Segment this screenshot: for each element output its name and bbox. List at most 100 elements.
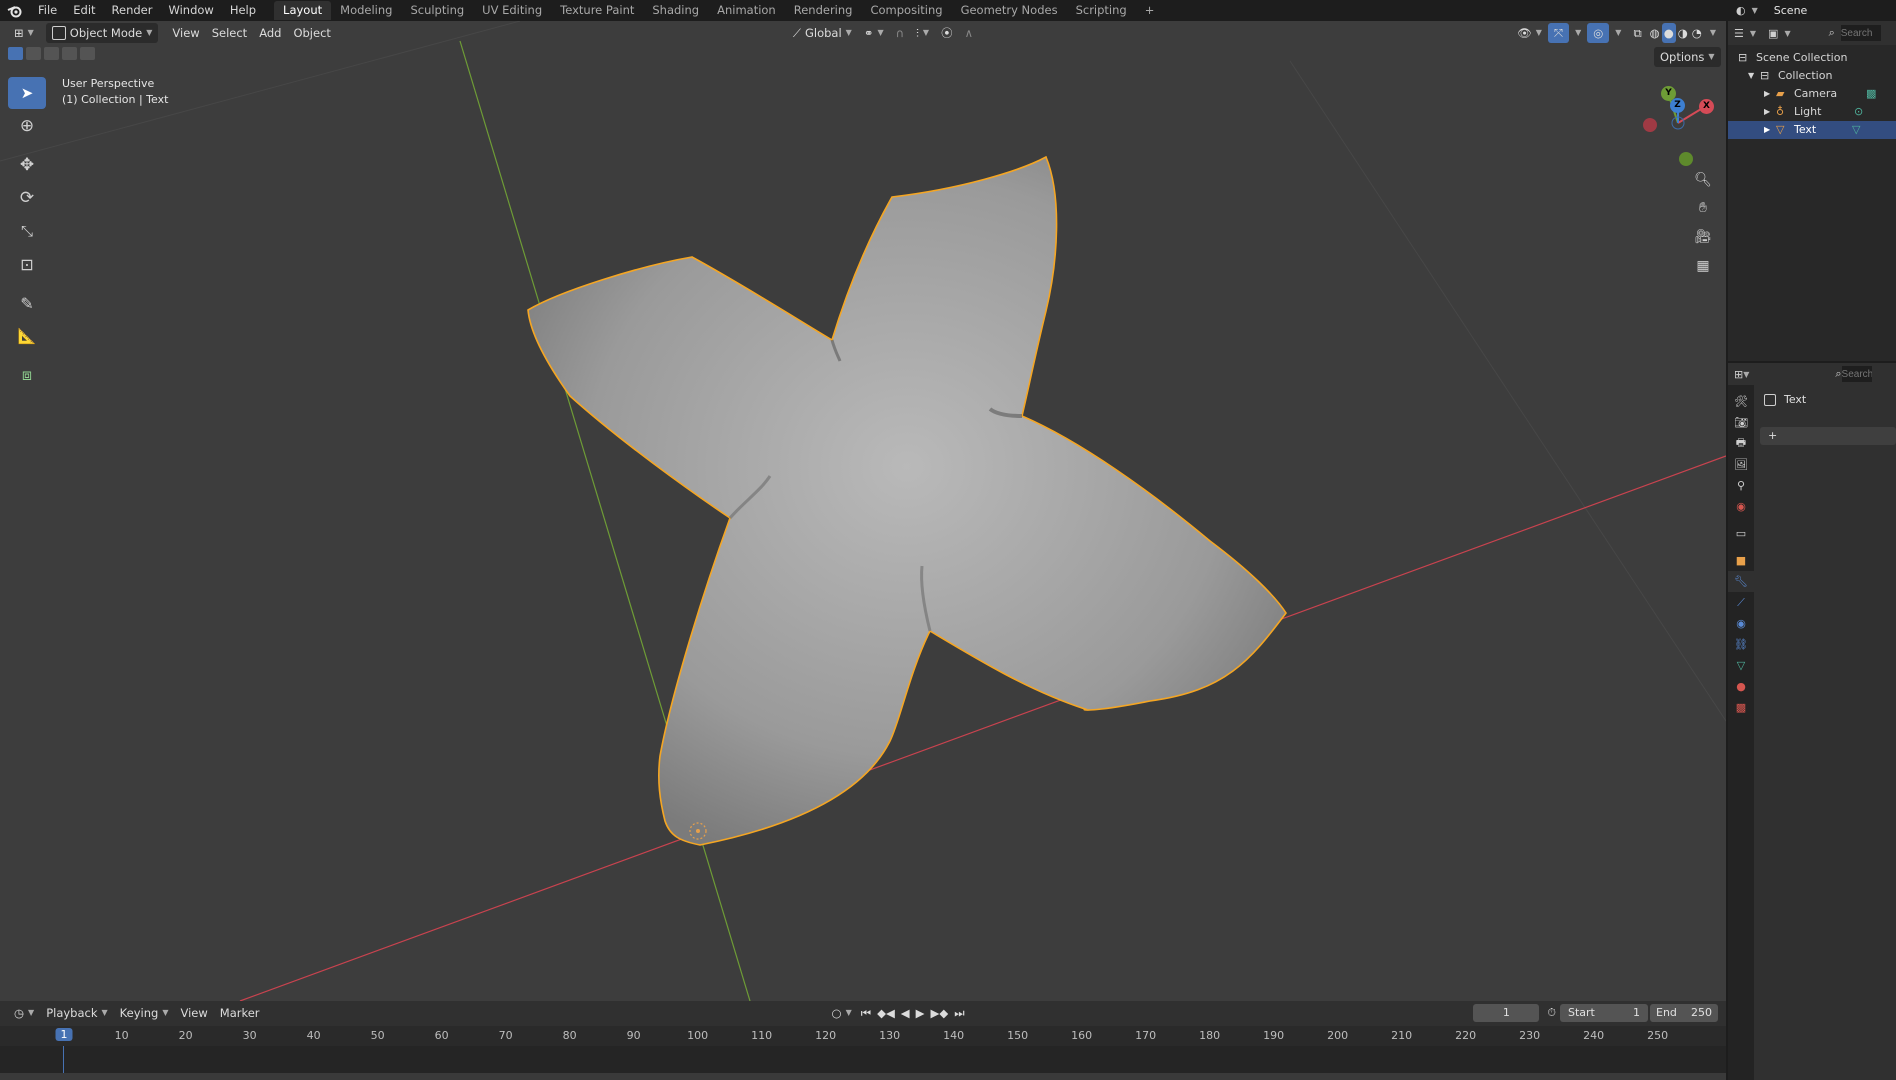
auto-keying-toggle[interactable]: ○ ▼ [826,1003,858,1023]
cursor-tool[interactable]: ⊕ [8,110,46,142]
editor-type-button[interactable]: ◷ ▼ [8,1003,40,1023]
menu-select[interactable]: Select [206,23,253,43]
viewport-scene[interactable] [0,21,1726,1001]
falloff-dropdown[interactable]: ∧ [959,23,979,43]
gizmo-toggle[interactable]: ⤧ [1547,23,1570,43]
mode-selector[interactable]: Object Mode ▼ [45,23,159,43]
modifier-tab-icon[interactable]: 🔧︎ [1728,571,1754,592]
outliner-row-light[interactable]: ▶ ♁ Light ⊙ [1728,103,1896,121]
start-frame-field[interactable]: Start 1 [1560,1004,1648,1022]
collection-tab-icon[interactable]: ▭ [1728,523,1754,544]
shading-material[interactable]: ◑ [1676,23,1690,43]
chevron-right-icon[interactable]: ▶ [1764,103,1776,121]
tab-modeling[interactable]: Modeling [331,1,401,20]
constraints-tab-icon[interactable]: ⛓︎ [1728,634,1754,655]
output-tab-icon[interactable]: 🖶 [1728,433,1754,454]
object-tab-icon[interactable]: ■ [1728,550,1754,571]
select-intersect-icon[interactable] [80,47,95,60]
menu-playback[interactable]: Playback ▼ [40,1003,113,1023]
jump-start-button[interactable]: ⏮ [858,1003,874,1023]
render-tab-icon[interactable]: 📷︎ [1728,412,1754,433]
annotate-tool[interactable]: ✎ [8,287,46,319]
editor-type-button[interactable]: ⊞ ▼ [8,23,40,43]
menu-file[interactable]: File [30,0,65,21]
outliner-search-input[interactable] [1840,25,1881,41]
transform-tool[interactable]: ⊡ [8,248,46,280]
menu-add[interactable]: Add [253,23,287,43]
timeline-ruler[interactable]: 1 10 20 30 40 50 60 70 80 90 100 110 120 130 140 150 160… [0,1026,1726,1046]
tool-tab-icon[interactable]: 🛠︎ [1728,391,1754,412]
select-box-tool[interactable]: ➤ [8,77,46,109]
shading-wireframe[interactable]: ◍ [1648,23,1662,43]
gizmo-z-axis[interactable]: Z [1670,98,1685,113]
select-extend-icon[interactable] [26,47,41,60]
play-button[interactable]: ▶ [913,1003,928,1023]
proportional-edit-toggle[interactable]: ⦿ [935,23,959,43]
add-workspace-button[interactable]: + [1136,1,1164,20]
menu-view[interactable]: View [166,23,205,43]
timeline-track-area[interactable] [0,1046,1726,1073]
options-dropdown[interactable]: Options ▼ [1654,47,1721,67]
overlay-dropdown[interactable]: ▼ [1609,23,1627,43]
properties-search-input[interactable] [1841,366,1872,382]
material-tab-icon[interactable]: ● [1728,676,1754,697]
snap-target-dropdown[interactable]: ⫶ ▼ [910,23,935,43]
shading-solid[interactable]: ● [1661,23,1676,43]
overlay-toggle[interactable]: ◎ [1587,23,1610,43]
pan-button[interactable]: ✋︎ [1690,195,1716,221]
editor-type-icon[interactable]: ☰ [1734,27,1744,40]
gizmo-dropdown[interactable]: ▼ [1569,23,1587,43]
menu-view[interactable]: View [174,1003,213,1023]
menu-help[interactable]: Help [222,0,264,21]
move-tool[interactable]: ✥ [8,149,46,181]
menu-keying[interactable]: Keying ▼ [114,1003,175,1023]
menu-marker[interactable]: Marker [214,1003,266,1023]
select-new-icon[interactable] [8,47,23,60]
current-frame-marker[interactable]: 1 [55,1028,73,1041]
shading-rendered[interactable]: ◔ [1690,23,1704,43]
gizmo-x-axis[interactable]: X [1699,99,1714,114]
navigation-gizmo[interactable]: Y Z X [1636,79,1720,179]
snap-toggle[interactable]: ∩ [890,23,910,43]
rotate-tool[interactable]: ⟳ [8,182,46,214]
physics-tab-icon[interactable]: ◉ [1728,613,1754,634]
menu-window[interactable]: Window [160,0,221,21]
tab-animation[interactable]: Animation [708,1,785,20]
jump-end-button[interactable]: ⏭ [951,1003,967,1023]
zoom-button[interactable]: 🔍︎ [1690,167,1716,193]
view-layer-tab-icon[interactable]: 🖼︎ [1728,454,1754,475]
add-modifier-button[interactable]: + [1760,427,1896,445]
outliner-row-text[interactable]: ▶ ▽ Text ▽ [1728,121,1896,139]
timeline-scrollbar[interactable] [0,1073,1726,1080]
measure-tool[interactable]: 📐 [8,320,46,352]
menu-edit[interactable]: Edit [65,0,103,21]
play-reverse-button[interactable]: ◀ [898,1003,913,1023]
chevron-down-icon[interactable]: ▼ [1748,67,1760,85]
prev-keyframe-button[interactable]: ◆◀ [874,1003,898,1023]
transform-orientation-dropdown[interactable]: ⟋ Global ▼ [787,23,858,43]
tab-sculpting[interactable]: Sculpting [401,1,473,20]
tab-uv-editing[interactable]: UV Editing [473,1,551,20]
tab-texture-paint[interactable]: Texture Paint [551,1,643,20]
end-frame-field[interactable]: End 250 [1650,1004,1718,1022]
scale-tool[interactable]: ⤡ [8,215,46,247]
tab-shading[interactable]: Shading [643,1,708,20]
scene-tab-icon[interactable]: ⚲ [1728,475,1754,496]
menu-object[interactable]: Object [287,23,336,43]
select-difference-icon[interactable] [62,47,77,60]
pivot-point-dropdown[interactable]: ⚭ ▼ [858,23,890,43]
current-frame-field[interactable]: 1 [1473,1004,1540,1022]
add-cube-tool[interactable]: ⧈ [8,359,46,391]
outliner-row-scene-collection[interactable]: ⊟ Scene Collection [1728,49,1896,67]
editor-type-icon[interactable]: ⊞ [1734,368,1743,381]
particles-tab-icon[interactable]: ⟋ [1728,592,1754,613]
outliner-row-camera[interactable]: ▶ ▰ Camera ▩ [1728,85,1896,103]
display-mode-icon[interactable]: ▣ [1768,27,1778,40]
tab-rendering[interactable]: Rendering [785,1,862,20]
world-tab-icon[interactable]: ◉ [1728,496,1754,517]
menu-render[interactable]: Render [104,0,161,21]
outliner-row-collection[interactable]: ▼ ⊟ Collection [1728,67,1896,85]
select-subtract-icon[interactable] [44,47,59,60]
stopwatch-icon[interactable]: ⏱ [1547,1006,1556,1020]
tab-geometry-nodes[interactable]: Geometry Nodes [952,1,1067,20]
